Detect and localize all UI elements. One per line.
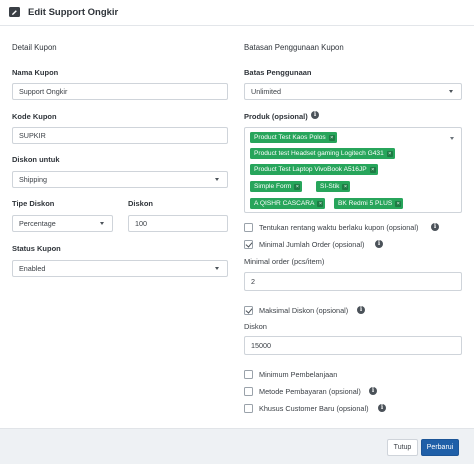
product-tag[interactable]: SI-Stik × [316, 181, 351, 192]
kode-kupon-label: Kode Kupon [12, 112, 57, 121]
diskon-max-value: 15000 [251, 341, 271, 350]
batas-penggunaan-select[interactable]: Unlimited [244, 83, 462, 100]
product-tag[interactable]: Product Test Kaos Polos × [250, 132, 337, 143]
info-icon[interactable]: i [311, 111, 319, 119]
close-button[interactable]: Tutup [387, 439, 418, 456]
nama-kupon-value: Support Ongkir [19, 87, 68, 96]
tag-label: Simple Form [254, 183, 292, 190]
product-tag[interactable]: BK Redmi 5 PLUS × [334, 198, 404, 209]
nama-kupon-label: Nama Kupon [12, 68, 59, 77]
chevron-down-icon [450, 137, 454, 140]
minimum-pembelanjaan-checkbox[interactable] [244, 370, 253, 379]
khusus-customer-checkbox[interactable] [244, 404, 253, 413]
close-icon[interactable]: × [328, 135, 335, 141]
khusus-customer-label: Khusus Customer Baru (opsional) [259, 404, 369, 413]
close-icon[interactable]: × [369, 167, 376, 173]
edit-icon [9, 7, 20, 17]
status-kupon-label: Status Kupon [12, 244, 61, 253]
rentang-waktu-label: Tentukan rentang waktu berlaku kupon (op… [259, 223, 419, 232]
diskon-max-input[interactable]: 15000 [244, 336, 462, 355]
tipe-diskon-value: Percentage [19, 219, 56, 228]
maksimal-diskon-label: Maksimal Diskon (opsional) [259, 306, 349, 315]
update-button[interactable]: Perbarui [421, 439, 459, 456]
product-tag[interactable]: A QISHR CASCARA × [250, 198, 326, 209]
diskon-untuk-select[interactable]: Shipping [12, 171, 228, 188]
close-icon[interactable]: × [342, 184, 349, 190]
info-icon[interactable]: i [357, 306, 365, 314]
tipe-diskon-label: Tipe Diskon [12, 199, 55, 208]
chevron-down-icon [215, 267, 219, 270]
chevron-down-icon [100, 222, 104, 225]
info-icon[interactable]: i [431, 223, 439, 231]
minimal-jumlah-label: Minimal Jumlah Order (opsional) [259, 240, 365, 249]
nama-kupon-input[interactable]: Support Ongkir [12, 83, 228, 100]
chevron-down-icon [449, 90, 453, 93]
minimal-order-input[interactable]: 2 [244, 272, 462, 291]
batas-penggunaan-label: Batas Penggunaan [244, 68, 312, 77]
chevron-down-icon [215, 178, 219, 181]
diskon-untuk-label: Diskon untuk [12, 155, 60, 164]
diskon-label: Diskon [128, 199, 154, 208]
product-tag[interactable]: Product test Headset gaming Logitech G43… [250, 148, 395, 159]
tag-label: Product test Headset gaming Logitech G43… [254, 150, 384, 157]
info-icon[interactable]: i [378, 404, 386, 412]
modal-title: Edit Support Ongkir [28, 7, 119, 18]
tipe-diskon-select[interactable]: Percentage [12, 215, 113, 232]
maksimal-diskon-checkbox[interactable] [244, 306, 253, 315]
section-title-batasan: Batasan Penggunaan Kupon [244, 43, 344, 52]
product-tag[interactable]: Product Test Laptop VivoBook A516JP × [250, 164, 378, 175]
diskon-untuk-value: Shipping [19, 175, 47, 184]
tag-label: Product Test Laptop VivoBook A516JP [254, 166, 367, 173]
diskon-max-label: Diskon [244, 322, 267, 331]
metode-pembayaran-label: Metode Pembayaran (opsional) [259, 387, 361, 396]
metode-pembayaran-checkbox[interactable] [244, 387, 253, 396]
minimal-order-label: Minimal order (pcs/item) [244, 257, 325, 266]
info-icon[interactable]: i [369, 387, 377, 395]
kode-kupon-value: SUPKIR [19, 131, 46, 140]
rentang-waktu-checkbox[interactable] [244, 223, 253, 232]
product-tag[interactable]: Simple Form × [250, 181, 303, 192]
info-icon[interactable]: i [375, 240, 383, 248]
diskon-input[interactable]: 100 [128, 215, 228, 232]
tag-label: Product Test Kaos Polos [254, 134, 326, 141]
close-icon[interactable]: × [294, 184, 301, 190]
status-kupon-value: Enabled [19, 264, 46, 273]
kode-kupon-input[interactable]: SUPKIR [12, 127, 228, 144]
batas-penggunaan-value: Unlimited [251, 87, 281, 96]
section-title-detail: Detail Kupon [12, 43, 57, 52]
status-kupon-select[interactable]: Enabled [12, 260, 228, 277]
minimal-jumlah-checkbox[interactable] [244, 240, 253, 249]
minimal-order-value: 2 [251, 277, 255, 286]
tag-label: SI-Stik [320, 183, 340, 190]
close-icon[interactable]: × [317, 201, 324, 207]
tag-label: BK Redmi 5 PLUS [338, 200, 393, 207]
close-icon[interactable]: × [395, 201, 402, 207]
minimum-pembelanjaan-label: Minimum Pembelanjaan [259, 370, 338, 379]
diskon-value: 100 [135, 219, 147, 228]
produk-multiselect[interactable]: Product Test Kaos Polos × Product test He… [244, 127, 462, 213]
tag-label: A QISHR CASCARA [254, 200, 315, 207]
produk-label: Produk (opsional) [244, 112, 308, 121]
close-icon[interactable]: × [386, 151, 393, 157]
modal-header: Edit Support Ongkir [0, 0, 474, 26]
